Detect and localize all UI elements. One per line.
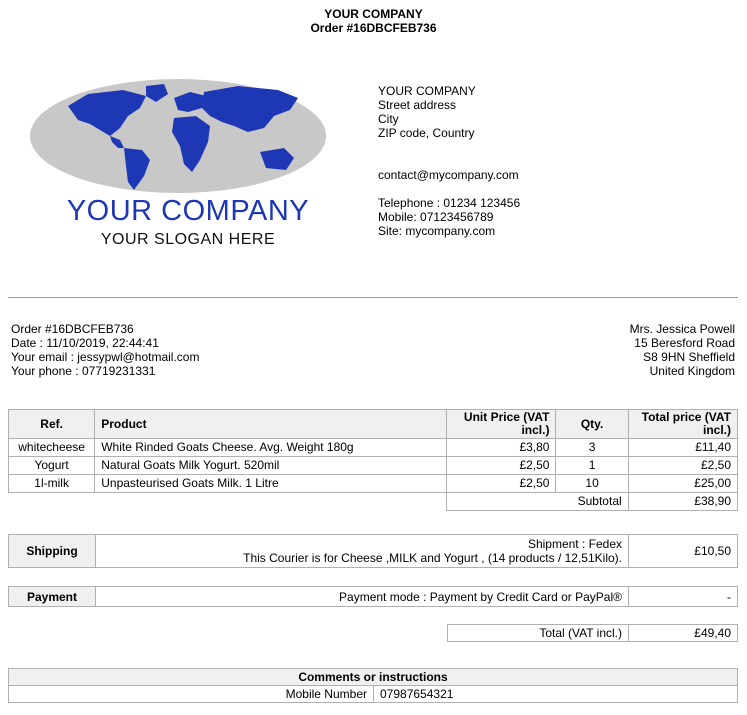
mobile-number-value: 07987654321 — [373, 685, 738, 703]
customer-phone: Your phone : 07719231331 — [11, 364, 156, 378]
order-date: Date : 11/10/2019, 22:44:41 — [11, 336, 159, 350]
row-qty: 1 — [555, 456, 629, 475]
shipping-table: Shipping Shipment : Fedex This Courier i… — [8, 534, 738, 568]
header-product: Product — [94, 409, 448, 439]
company-street: Street address — [378, 98, 457, 112]
total-table: Total (VAT incl.) £49,40 — [447, 624, 738, 642]
company-mobile: Mobile: 07123456789 — [378, 210, 494, 224]
company-name: YOUR COMPANY — [378, 84, 476, 98]
total-label: Total (VAT incl.) — [447, 624, 629, 642]
row-unit-price: £2,50 — [446, 456, 557, 475]
recipient-street: 15 Beresford Road — [634, 336, 735, 350]
company-email[interactable]: contact@mycompany.com — [378, 168, 519, 182]
subtotal-label: Subtotal — [446, 492, 629, 511]
header-total-price: Total price (VAT incl.) — [627, 409, 739, 439]
row-total: £11,40 — [627, 438, 739, 457]
subtotal-row: Subtotal £38,90 — [8, 492, 739, 511]
row-product: Unpasteurised Goats Milk. 1 Litre — [94, 474, 448, 493]
comments-title: Comments or instructions — [8, 668, 738, 686]
row-unit-price: £3,80 — [446, 438, 557, 457]
table-row: 1l-milk Unpasteurised Goats Milk. 1 Litr… — [7, 474, 739, 493]
row-ref: Yogurt — [7, 456, 96, 475]
header-ref: Ref. — [7, 409, 96, 439]
shipping-address: Mrs. Jessica Powell 15 Beresford Road S8… — [630, 322, 735, 378]
company-logo: YOUR COMPANY YOUR SLOGAN HERE — [28, 78, 328, 250]
recipient-city: S8 9HN Sheffield — [643, 350, 735, 364]
row-total: £2,50 — [627, 456, 739, 475]
row-product: White Rinded Goats Cheese. Avg. Weight 1… — [94, 438, 448, 457]
recipient-country: United Kingdom — [649, 364, 735, 378]
row-total: £25,00 — [627, 474, 739, 493]
row-ref: 1l-milk — [7, 474, 96, 493]
company-site[interactable]: Site: mycompany.com — [378, 224, 520, 238]
row-ref: whitecheese — [7, 438, 96, 457]
recipient-name: Mrs. Jessica Powell — [629, 322, 735, 336]
divider — [8, 297, 738, 298]
row-qty: 10 — [555, 474, 629, 493]
table-row: whitecheese White Rinded Goats Cheese. A… — [7, 438, 739, 457]
shipping-label: Shipping — [8, 534, 96, 568]
payment-table: Payment Payment mode : Payment by Credit… — [8, 586, 738, 607]
payment-label: Payment — [8, 586, 96, 607]
company-contacts: Telephone : 01234 123456 Mobile: 0712345… — [378, 196, 520, 238]
comments-table: Comments or instructions Mobile Number 0… — [8, 668, 738, 703]
payment-mode: Payment mode : Payment by Credit Card or… — [95, 586, 629, 607]
header-qty: Qty. — [555, 409, 629, 439]
shipping-price: £10,50 — [628, 534, 738, 568]
company-telephone: Telephone : 01234 123456 — [378, 196, 521, 210]
order-number: Order #16DBCFEB736 — [11, 322, 134, 336]
mobile-number-label: Mobile Number — [8, 685, 374, 703]
logo-slogan: YOUR SLOGAN HERE — [100, 231, 276, 248]
order-number-title: Order #16DBCFEB736 — [310, 21, 437, 35]
company-zip: ZIP code, Country — [378, 126, 475, 140]
row-unit-price: £2,50 — [446, 474, 557, 493]
shipment-carrier: Shipment : Fedex — [527, 537, 622, 551]
order-info: Order #16DBCFEB736 Date : 11/10/2019, 22… — [11, 322, 199, 378]
row-product: Natural Goats Milk Yogurt. 520mil — [94, 456, 448, 475]
payment-price: - — [628, 586, 738, 607]
company-city: City — [378, 112, 399, 126]
logo-company-name: YOUR COMPANY — [66, 195, 310, 227]
page-title: YOUR COMPANY — [324, 7, 423, 21]
company-address: YOUR COMPANY Street address City ZIP cod… — [378, 84, 476, 140]
row-qty: 3 — [555, 438, 629, 457]
table-row: Yogurt Natural Goats Milk Yogurt. 520mil… — [7, 456, 739, 475]
products-table: Ref. Product Unit Price (VAT incl.) Qty.… — [7, 409, 739, 511]
total-value: £49,40 — [628, 624, 738, 642]
header-unit-price: Unit Price (VAT incl.) — [446, 409, 557, 439]
subtotal-value: £38,90 — [627, 492, 739, 511]
shipment-description: This Courier is for Cheese ,MILK and Yog… — [243, 551, 622, 565]
globe-map-icon — [30, 79, 326, 193]
table-header-row: Ref. Product Unit Price (VAT incl.) Qty.… — [7, 409, 739, 439]
shipping-details: Shipment : Fedex This Courier is for Che… — [95, 534, 629, 568]
customer-email: Your email : jessypwl@hotmail.com — [11, 350, 200, 364]
